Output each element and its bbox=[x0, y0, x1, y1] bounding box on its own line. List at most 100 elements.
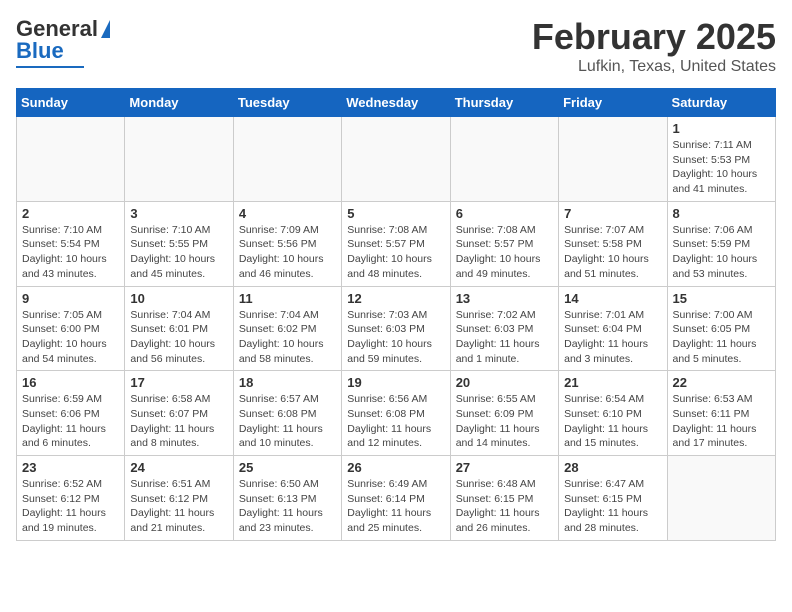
day-number: 7 bbox=[564, 206, 661, 221]
day-number: 14 bbox=[564, 291, 661, 306]
day-number: 6 bbox=[456, 206, 553, 221]
logo-blue: Blue bbox=[16, 38, 64, 64]
day-number: 27 bbox=[456, 460, 553, 475]
calendar-cell: 14 Sunrise: 7:01 AM Sunset: 6:04 PM Dayli… bbox=[559, 286, 667, 371]
calendar-cell bbox=[450, 117, 558, 202]
day-number: 24 bbox=[130, 460, 227, 475]
day-number: 25 bbox=[239, 460, 336, 475]
day-info: Sunrise: 6:54 AM Sunset: 6:10 PM Dayligh… bbox=[564, 392, 661, 451]
page-title: February 2025 bbox=[532, 16, 776, 58]
day-info: Sunrise: 6:47 AM Sunset: 6:15 PM Dayligh… bbox=[564, 477, 661, 536]
calendar-cell bbox=[342, 117, 450, 202]
day-number: 8 bbox=[673, 206, 770, 221]
day-number: 18 bbox=[239, 375, 336, 390]
calendar-cell: 23 Sunrise: 6:52 AM Sunset: 6:12 PM Dayli… bbox=[17, 456, 125, 541]
logo-triangle-icon bbox=[101, 20, 110, 38]
day-info: Sunrise: 7:04 AM Sunset: 6:02 PM Dayligh… bbox=[239, 308, 336, 367]
day-number: 16 bbox=[22, 375, 119, 390]
calendar-cell: 22 Sunrise: 6:53 AM Sunset: 6:11 PM Dayli… bbox=[667, 371, 775, 456]
calendar-cell: 21 Sunrise: 6:54 AM Sunset: 6:10 PM Dayli… bbox=[559, 371, 667, 456]
day-info: Sunrise: 7:03 AM Sunset: 6:03 PM Dayligh… bbox=[347, 308, 444, 367]
calendar-cell bbox=[233, 117, 341, 202]
day-info: Sunrise: 6:59 AM Sunset: 6:06 PM Dayligh… bbox=[22, 392, 119, 451]
calendar-cell bbox=[559, 117, 667, 202]
calendar-cell: 28 Sunrise: 6:47 AM Sunset: 6:15 PM Dayli… bbox=[559, 456, 667, 541]
day-info: Sunrise: 6:51 AM Sunset: 6:12 PM Dayligh… bbox=[130, 477, 227, 536]
calendar-cell: 19 Sunrise: 6:56 AM Sunset: 6:08 PM Dayli… bbox=[342, 371, 450, 456]
day-info: Sunrise: 7:02 AM Sunset: 6:03 PM Dayligh… bbox=[456, 308, 553, 367]
calendar-header-row: SundayMondayTuesdayWednesdayThursdayFrid… bbox=[17, 89, 776, 117]
calendar-cell bbox=[17, 117, 125, 202]
calendar-cell: 5Sunrise: 7:08 AM Sunset: 5:57 PM Daylig… bbox=[342, 201, 450, 286]
calendar-cell: 7 Sunrise: 7:07 AM Sunset: 5:58 PM Daylig… bbox=[559, 201, 667, 286]
calendar-header-friday: Friday bbox=[559, 89, 667, 117]
calendar-header-wednesday: Wednesday bbox=[342, 89, 450, 117]
calendar-cell: 11 Sunrise: 7:04 AM Sunset: 6:02 PM Dayli… bbox=[233, 286, 341, 371]
title-block: February 2025 Lufkin, Texas, United Stat… bbox=[532, 16, 776, 76]
day-number: 21 bbox=[564, 375, 661, 390]
page-header: General Blue February 2025 Lufkin, Texas… bbox=[16, 16, 776, 76]
day-info: Sunrise: 7:06 AM Sunset: 5:59 PM Dayligh… bbox=[673, 223, 770, 282]
day-info: Sunrise: 7:09 AM Sunset: 5:56 PM Dayligh… bbox=[239, 223, 336, 282]
day-number: 19 bbox=[347, 375, 444, 390]
day-info: Sunrise: 7:10 AM Sunset: 5:55 PM Dayligh… bbox=[130, 223, 227, 282]
calendar-week-row: 9 Sunrise: 7:05 AM Sunset: 6:00 PM Daylig… bbox=[17, 286, 776, 371]
calendar-week-row: 23 Sunrise: 6:52 AM Sunset: 6:12 PM Dayli… bbox=[17, 456, 776, 541]
calendar-week-row: 2 Sunrise: 7:10 AM Sunset: 5:54 PM Daylig… bbox=[17, 201, 776, 286]
calendar-cell: 8 Sunrise: 7:06 AM Sunset: 5:59 PM Daylig… bbox=[667, 201, 775, 286]
day-number: 15 bbox=[673, 291, 770, 306]
day-number: 4 bbox=[239, 206, 336, 221]
day-info: Sunrise: 7:05 AM Sunset: 6:00 PM Dayligh… bbox=[22, 308, 119, 367]
calendar-header-thursday: Thursday bbox=[450, 89, 558, 117]
day-number: 26 bbox=[347, 460, 444, 475]
calendar-cell: 15Sunrise: 7:00 AM Sunset: 6:05 PM Dayli… bbox=[667, 286, 775, 371]
calendar-header-sunday: Sunday bbox=[17, 89, 125, 117]
day-number: 28 bbox=[564, 460, 661, 475]
calendar-cell: 9 Sunrise: 7:05 AM Sunset: 6:00 PM Daylig… bbox=[17, 286, 125, 371]
day-number: 17 bbox=[130, 375, 227, 390]
day-info: Sunrise: 6:53 AM Sunset: 6:11 PM Dayligh… bbox=[673, 392, 770, 451]
day-info: Sunrise: 7:08 AM Sunset: 5:57 PM Dayligh… bbox=[347, 223, 444, 282]
calendar-cell: 25 Sunrise: 6:50 AM Sunset: 6:13 PM Dayli… bbox=[233, 456, 341, 541]
day-number: 13 bbox=[456, 291, 553, 306]
calendar-cell: 18Sunrise: 6:57 AM Sunset: 6:08 PM Dayli… bbox=[233, 371, 341, 456]
calendar-cell: 1 Sunrise: 7:11 AM Sunset: 5:53 PM Daylig… bbox=[667, 117, 775, 202]
calendar-cell: 16 Sunrise: 6:59 AM Sunset: 6:06 PM Dayli… bbox=[17, 371, 125, 456]
day-number: 10 bbox=[130, 291, 227, 306]
day-number: 22 bbox=[673, 375, 770, 390]
day-info: Sunrise: 7:04 AM Sunset: 6:01 PM Dayligh… bbox=[130, 308, 227, 367]
day-info: Sunrise: 6:50 AM Sunset: 6:13 PM Dayligh… bbox=[239, 477, 336, 536]
calendar-header-saturday: Saturday bbox=[667, 89, 775, 117]
day-number: 23 bbox=[22, 460, 119, 475]
day-number: 20 bbox=[456, 375, 553, 390]
calendar-cell: 27Sunrise: 6:48 AM Sunset: 6:15 PM Dayli… bbox=[450, 456, 558, 541]
calendar-week-row: 16 Sunrise: 6:59 AM Sunset: 6:06 PM Dayli… bbox=[17, 371, 776, 456]
calendar-table: SundayMondayTuesdayWednesdayThursdayFrid… bbox=[16, 88, 776, 541]
day-info: Sunrise: 7:01 AM Sunset: 6:04 PM Dayligh… bbox=[564, 308, 661, 367]
calendar-cell: 17 Sunrise: 6:58 AM Sunset: 6:07 PM Dayli… bbox=[125, 371, 233, 456]
calendar-cell bbox=[125, 117, 233, 202]
calendar-cell: 26 Sunrise: 6:49 AM Sunset: 6:14 PM Dayli… bbox=[342, 456, 450, 541]
day-number: 11 bbox=[239, 291, 336, 306]
day-number: 9 bbox=[22, 291, 119, 306]
day-number: 1 bbox=[673, 121, 770, 136]
calendar-cell: 12 Sunrise: 7:03 AM Sunset: 6:03 PM Dayli… bbox=[342, 286, 450, 371]
day-info: Sunrise: 6:56 AM Sunset: 6:08 PM Dayligh… bbox=[347, 392, 444, 451]
calendar-header-tuesday: Tuesday bbox=[233, 89, 341, 117]
calendar-cell: 2 Sunrise: 7:10 AM Sunset: 5:54 PM Daylig… bbox=[17, 201, 125, 286]
day-info: Sunrise: 7:07 AM Sunset: 5:58 PM Dayligh… bbox=[564, 223, 661, 282]
day-info: Sunrise: 6:49 AM Sunset: 6:14 PM Dayligh… bbox=[347, 477, 444, 536]
day-info: Sunrise: 6:58 AM Sunset: 6:07 PM Dayligh… bbox=[130, 392, 227, 451]
calendar-cell: 10 Sunrise: 7:04 AM Sunset: 6:01 PM Dayli… bbox=[125, 286, 233, 371]
day-info: Sunrise: 7:08 AM Sunset: 5:57 PM Dayligh… bbox=[456, 223, 553, 282]
day-info: Sunrise: 7:11 AM Sunset: 5:53 PM Dayligh… bbox=[673, 138, 770, 197]
day-number: 2 bbox=[22, 206, 119, 221]
day-info: Sunrise: 7:10 AM Sunset: 5:54 PM Dayligh… bbox=[22, 223, 119, 282]
calendar-header-monday: Monday bbox=[125, 89, 233, 117]
calendar-cell: 4 Sunrise: 7:09 AM Sunset: 5:56 PM Daylig… bbox=[233, 201, 341, 286]
day-number: 12 bbox=[347, 291, 444, 306]
day-info: Sunrise: 6:52 AM Sunset: 6:12 PM Dayligh… bbox=[22, 477, 119, 536]
calendar-week-row: 1 Sunrise: 7:11 AM Sunset: 5:53 PM Daylig… bbox=[17, 117, 776, 202]
calendar-cell: 6 Sunrise: 7:08 AM Sunset: 5:57 PM Daylig… bbox=[450, 201, 558, 286]
logo-underline bbox=[16, 66, 84, 68]
